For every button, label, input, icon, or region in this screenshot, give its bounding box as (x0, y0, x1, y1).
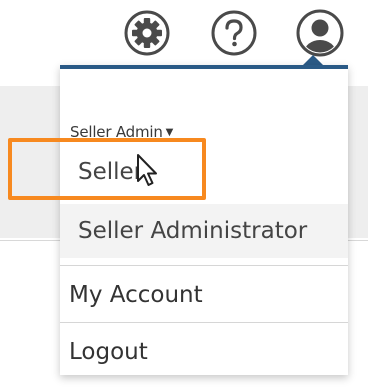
help-icon (211, 10, 257, 56)
settings-button[interactable] (122, 8, 172, 58)
help-button[interactable] (209, 8, 259, 58)
user-icon (296, 9, 344, 57)
menu-link-label: My Account (69, 282, 203, 308)
account-dropdown: Seller Admin ▼ Seller Seller Administrato… (60, 65, 348, 375)
menu-divider (60, 322, 348, 323)
page-header-bar (346, 86, 368, 238)
highlight-box (8, 138, 206, 200)
page-divider (346, 240, 368, 241)
menu-divider (60, 265, 348, 266)
my-account-link[interactable]: My Account (60, 268, 348, 322)
caret-down-icon: ▼ (165, 127, 174, 138)
logout-link[interactable]: Logout (60, 325, 348, 379)
role-option-seller-administrator[interactable]: Seller Administrator (60, 204, 348, 258)
role-option-label: Seller Administrator (78, 218, 308, 244)
page-divider (0, 240, 62, 241)
user-account-button[interactable] (295, 8, 345, 58)
screenshot-stage: Seller Admin ▼ Seller Seller Administrato… (0, 0, 368, 390)
menu-link-label: Logout (69, 339, 148, 365)
mouse-cursor-icon (137, 154, 157, 186)
gear-icon (124, 10, 170, 56)
